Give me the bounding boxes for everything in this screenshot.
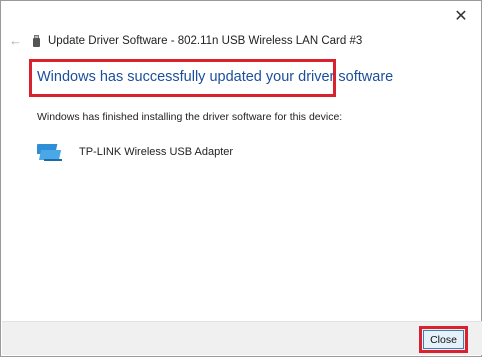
update-driver-dialog: ✕ ← Update Driver Software - 802.11n USB… [0, 0, 482, 357]
success-headline: Windows has successfully updated your dr… [37, 69, 394, 85]
dialog-footer: Close [2, 321, 482, 355]
finished-message: Windows has finished installing the driv… [37, 111, 343, 123]
dialog-title: Update Driver Software - 802.11n USB Wir… [48, 34, 363, 47]
device-row: TP-LINK Wireless USB Adapter [37, 141, 233, 163]
usb-drive-icon [33, 34, 40, 47]
device-name: TP-LINK Wireless USB Adapter [79, 146, 234, 158]
close-button[interactable]: Close [423, 330, 464, 349]
dialog-titlebar: ← Update Driver Software - 802.11n USB W… [9, 33, 362, 48]
window-close-icon[interactable]: ✕ [451, 7, 471, 27]
network-adapter-icon [37, 144, 62, 161]
back-arrow-icon[interactable]: ← [9, 33, 23, 48]
